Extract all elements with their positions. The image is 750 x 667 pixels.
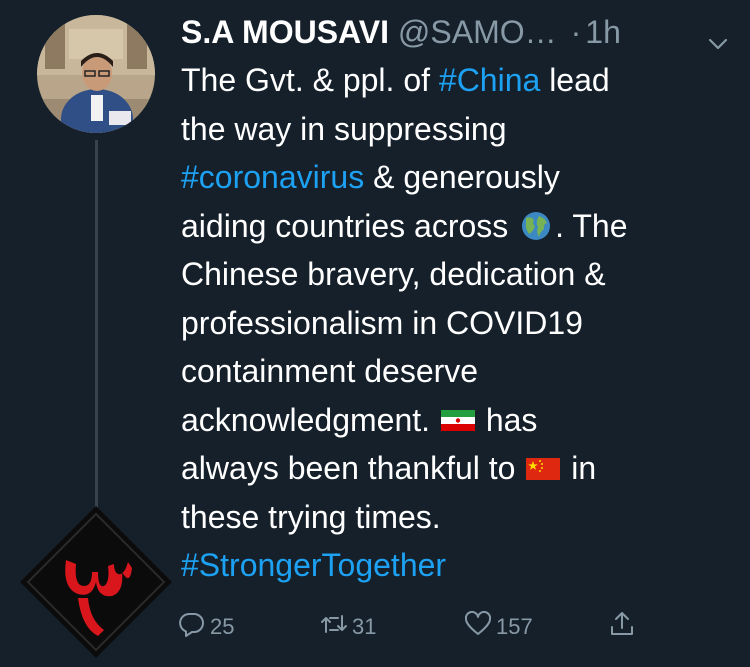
tweet-text-line: acknowledgment. has bbox=[181, 396, 741, 445]
tweet-text-line: #coronavirus & generously bbox=[181, 153, 741, 202]
tweet-text-segment: has bbox=[476, 401, 538, 438]
heart-icon bbox=[464, 610, 496, 644]
share-button[interactable] bbox=[608, 610, 640, 644]
like-button[interactable]: 157 bbox=[464, 610, 533, 644]
reply-icon bbox=[178, 610, 210, 644]
iran-flag-emoji-icon bbox=[439, 401, 477, 433]
separator-dot: · bbox=[570, 14, 582, 50]
tweet-text-segment: & generously bbox=[364, 159, 560, 195]
tweet-text-line: Chinese bravery, dedication & bbox=[181, 250, 741, 299]
thread-line bbox=[95, 140, 98, 540]
chevron-down-icon[interactable] bbox=[707, 22, 729, 50]
tweet-text-segment: The Gvt. & ppl. of bbox=[181, 62, 439, 98]
tweet[interactable]: S.A MOUSAVI @SAMO… · 1h The Gvt. & ppl. of… bbox=[0, 0, 750, 662]
tweet-text-line: always been thankful to in bbox=[181, 444, 741, 493]
tweet-text-segment: lead bbox=[540, 62, 610, 98]
tweet-text-segment: professionalism in COVID19 bbox=[181, 304, 583, 341]
china-flag-emoji-icon bbox=[524, 449, 562, 481]
tweet-text-line: these trying times. bbox=[181, 493, 741, 542]
display-name[interactable]: S.A MOUSAVI bbox=[181, 14, 389, 50]
timestamp[interactable]: 1h bbox=[585, 14, 621, 50]
reply-count: 25 bbox=[210, 614, 235, 639]
tweet-text-line: the way in suppressing bbox=[181, 105, 741, 154]
tweet-text-segment: always been thankful to bbox=[181, 450, 525, 486]
tweet-actions: 25 31 157 bbox=[0, 602, 750, 652]
hashtag-link[interactable]: #coronavirus bbox=[181, 159, 364, 195]
like-count: 157 bbox=[496, 614, 533, 639]
hashtag-link[interactable]: #China bbox=[439, 62, 540, 98]
tweet-text-segment: the way in suppressing bbox=[181, 110, 507, 147]
retweet-count: 31 bbox=[352, 614, 377, 639]
tweet-text-line: aiding countries across . The bbox=[181, 202, 741, 251]
handle[interactable]: @SAMO… bbox=[398, 14, 557, 50]
tweet-text-segment: in bbox=[562, 450, 597, 486]
tweet-text-line: containment deserve bbox=[181, 347, 741, 396]
retweet-icon bbox=[320, 610, 352, 644]
avatar[interactable] bbox=[37, 15, 155, 133]
tweet-text-line: #StrongerTogether bbox=[181, 541, 741, 590]
tweet-text-segment: Chinese bravery, dedication & bbox=[181, 256, 606, 292]
globe-emoji-icon bbox=[517, 207, 555, 240]
tweet-text-line: professionalism in COVID19 bbox=[181, 299, 741, 348]
hashtag-link[interactable]: #StrongerTogether bbox=[181, 547, 446, 583]
tweet-text: The Gvt. & ppl. of #China lead the way in… bbox=[181, 56, 741, 590]
tweet-text-segment: . The bbox=[555, 207, 628, 244]
tweet-text-segment: aiding countries across bbox=[181, 207, 518, 244]
tweet-text-segment: these trying times. bbox=[181, 498, 441, 535]
retweet-button[interactable]: 31 bbox=[320, 610, 376, 644]
share-icon bbox=[608, 610, 640, 644]
tweet-text-segment: containment deserve bbox=[181, 353, 479, 389]
tweet-text-line: The Gvt. & ppl. of #China lead bbox=[181, 56, 741, 105]
reply-button[interactable]: 25 bbox=[178, 610, 234, 644]
tweet-header: S.A MOUSAVI @SAMO… · 1h bbox=[181, 10, 741, 54]
tweet-text-segment: acknowledgment. bbox=[181, 401, 439, 438]
